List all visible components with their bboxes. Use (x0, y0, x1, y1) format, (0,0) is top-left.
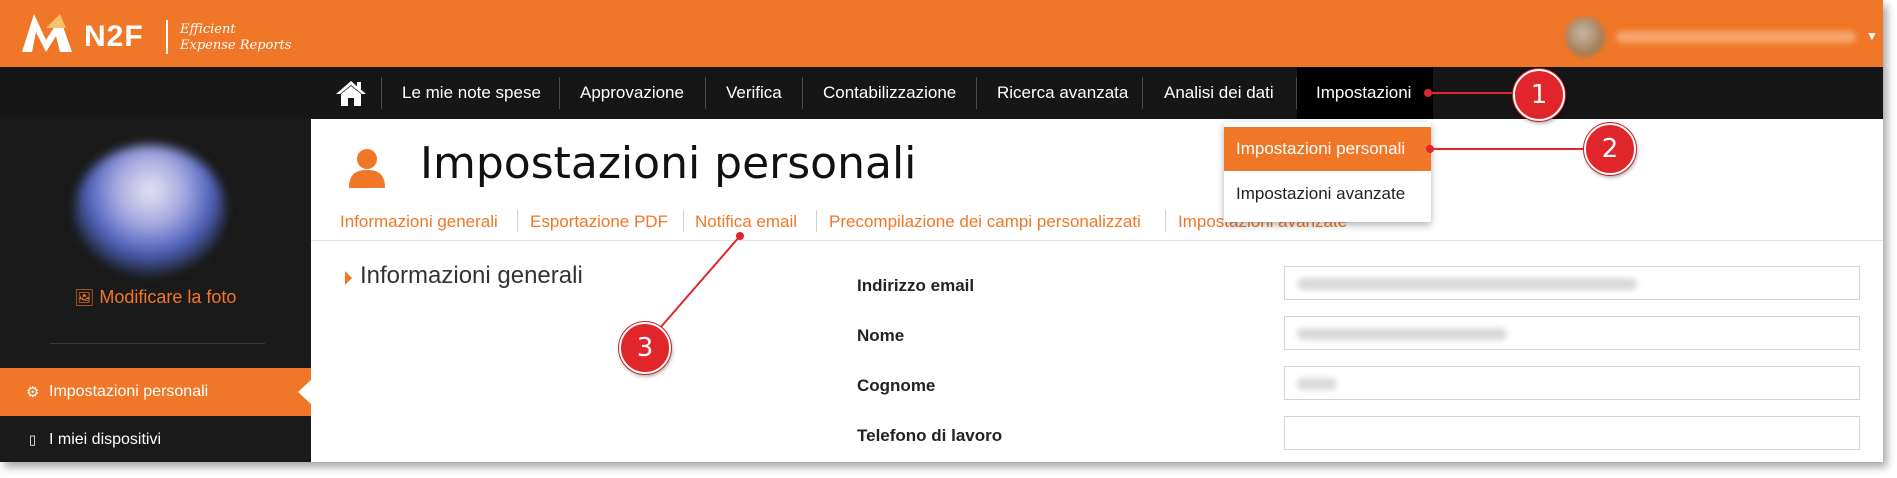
nav-separator (381, 77, 382, 109)
tab-separator (517, 210, 518, 232)
n2f-logo-icon[interactable] (20, 10, 74, 54)
home-icon[interactable] (335, 79, 367, 107)
settings-dropdown-menu: Impostazioni personali Impostazioni avan… (1224, 122, 1431, 222)
tab-precompilazione[interactable]: Precompilazione dei campi personalizzati (829, 212, 1141, 232)
tagline-line-2: Expense Reports (180, 38, 292, 53)
mobile-icon: ▯ (29, 432, 37, 447)
sidebar-active-notch (298, 380, 311, 404)
user-avatar[interactable] (1565, 17, 1605, 57)
nav-item-analisi-dei-dati[interactable]: Analisi dei dati (1164, 67, 1274, 119)
menu-item-impostazioni-avanzate[interactable]: Impostazioni avanzate (1224, 172, 1431, 216)
sidebar-divider (50, 343, 265, 344)
logo-text: N2F (84, 20, 144, 53)
nav-separator (802, 77, 803, 109)
nav-item-ricerca-avanzata[interactable]: Ricerca avanzata (997, 67, 1128, 119)
last-name-field[interactable] (1284, 366, 1860, 400)
image-icon: 🖼 (74, 290, 95, 307)
email-value-blurred (1297, 278, 1637, 290)
tab-separator (816, 210, 817, 232)
tagline: Efficient Expense Reports (180, 22, 291, 54)
email-field[interactable] (1284, 266, 1860, 300)
callout-badge-1: 1 (1513, 69, 1565, 121)
field-label-telefono: Telefono di lavoro (857, 426, 1003, 445)
app-window: N2F Efficient Expense Reports ▼ Le mie n… (0, 0, 1883, 462)
first-name-value-blurred (1297, 328, 1507, 340)
caret-right-icon (345, 271, 352, 285)
sidebar-item-label[interactable]: Impostazioni personali (49, 383, 208, 401)
chevron-down-icon[interactable]: ▼ (1866, 29, 1878, 43)
tab-esportazione-pdf[interactable]: Esportazione PDF (530, 212, 668, 232)
nav-item-impostazioni[interactable]: Impostazioni (1316, 67, 1411, 119)
tab-separator (1165, 210, 1166, 232)
logo-divider (166, 20, 168, 54)
work-phone-field[interactable] (1284, 416, 1860, 450)
tab-notifica-email[interactable]: Notifica email (695, 212, 797, 232)
user-icon (349, 149, 385, 188)
sidebar-item-i-miei-dispositivi[interactable]: I miei dispositivi (49, 431, 161, 449)
tabs-divider (311, 240, 1883, 241)
tagline-line-1: Efficient (180, 22, 236, 37)
first-name-field[interactable] (1284, 316, 1860, 350)
section-title: Informazioni generali (360, 262, 583, 289)
gear-icon: ⚙ (26, 384, 40, 401)
field-label-cognome: Cognome (857, 376, 936, 395)
nav-separator (1296, 77, 1297, 109)
nav-separator (559, 77, 560, 109)
nav-item-le-mie-note-spese[interactable]: Le mie note spese (402, 67, 541, 119)
field-label-nome: Nome (857, 326, 905, 345)
user-name-blurred[interactable] (1616, 31, 1856, 43)
profile-photo (75, 145, 225, 275)
nav-separator (976, 77, 977, 109)
nav-item-verifica[interactable]: Verifica (726, 67, 782, 119)
change-photo-label: Modificare la foto (99, 287, 237, 307)
tab-separator (683, 210, 684, 232)
callout-badge-2: 2 (1584, 123, 1636, 175)
last-name-value-blurred (1297, 378, 1337, 390)
page-title: Impostazioni personali (420, 138, 917, 189)
tab-informazioni-generali[interactable]: Informazioni generali (340, 212, 498, 232)
nav-item-approvazione[interactable]: Approvazione (580, 67, 684, 119)
nav-item-contabilizzazione[interactable]: Contabilizzazione (823, 67, 956, 119)
callout-badge-3: 3 (619, 322, 671, 374)
change-photo-link[interactable]: 🖼 Modificare la foto (74, 287, 236, 308)
nav-separator (705, 77, 706, 109)
field-label-email: Indirizzo email (857, 276, 975, 295)
menu-item-impostazioni-personali[interactable]: Impostazioni personali (1224, 127, 1431, 171)
nav-separator (1142, 77, 1143, 109)
